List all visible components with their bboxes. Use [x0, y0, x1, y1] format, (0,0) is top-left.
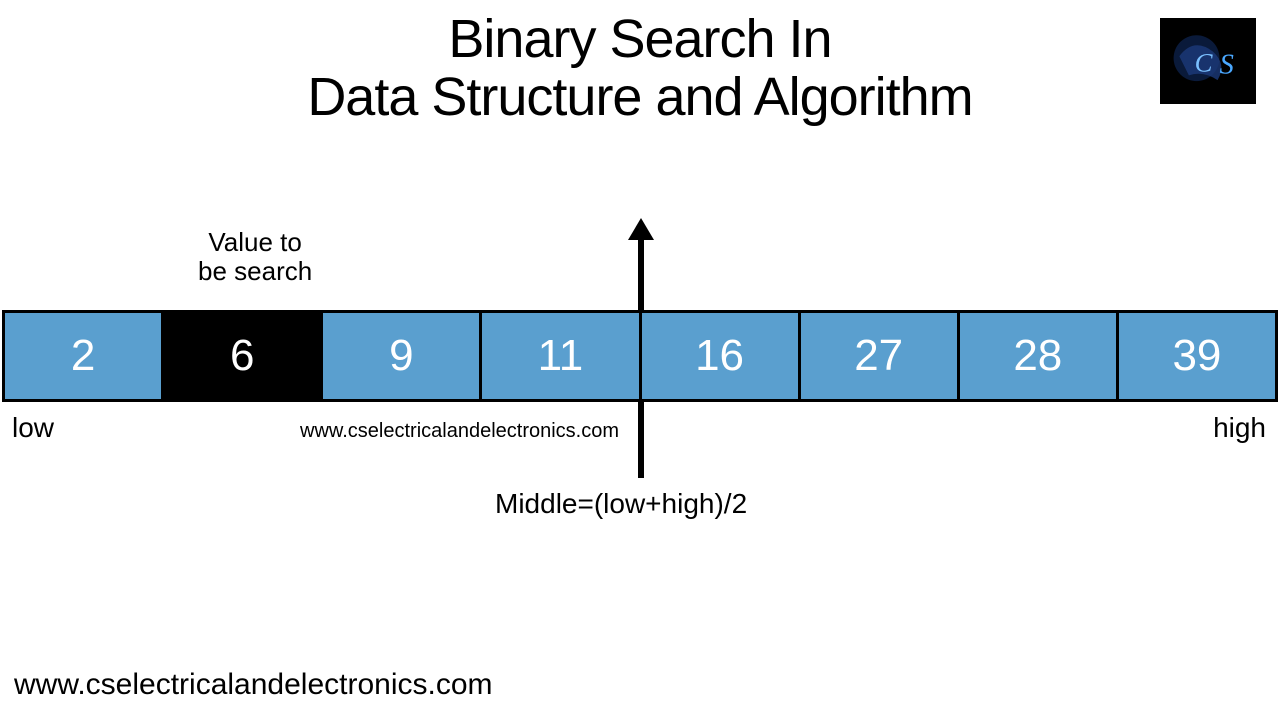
title-line-2: Data Structure and Algorithm: [0, 66, 1280, 128]
target-label-line1: Value to: [198, 228, 312, 257]
array-cell-5: 27: [801, 313, 960, 399]
array-cell-2: 9: [323, 313, 482, 399]
array-row: 2691116272839: [2, 310, 1278, 402]
array-cell-1: 6: [164, 313, 323, 399]
watermark-text: www.cselectricalandelectronics.com: [300, 420, 619, 443]
svg-text:C: C: [1195, 48, 1214, 78]
array-cell-6: 28: [960, 313, 1119, 399]
target-label-line2: be search: [198, 257, 312, 286]
array-cell-4: 16: [642, 313, 801, 399]
high-pointer-label: high: [1213, 412, 1266, 444]
page-title: Binary Search In Data Structure and Algo…: [0, 0, 1280, 128]
svg-text:S: S: [1219, 48, 1233, 80]
brand-logo: S C: [1160, 18, 1256, 104]
middle-formula-label: Middle=(low+high)/2: [495, 488, 747, 520]
target-value-label: Value to be search: [198, 228, 312, 285]
footer-website-url: www.cselectricalandelectronics.com: [14, 668, 493, 702]
low-pointer-label: low: [12, 412, 54, 444]
array-cell-3: 11: [482, 313, 641, 399]
array-cell-7: 39: [1119, 313, 1275, 399]
title-line-1: Binary Search In: [0, 8, 1280, 70]
array-cell-0: 2: [5, 313, 164, 399]
